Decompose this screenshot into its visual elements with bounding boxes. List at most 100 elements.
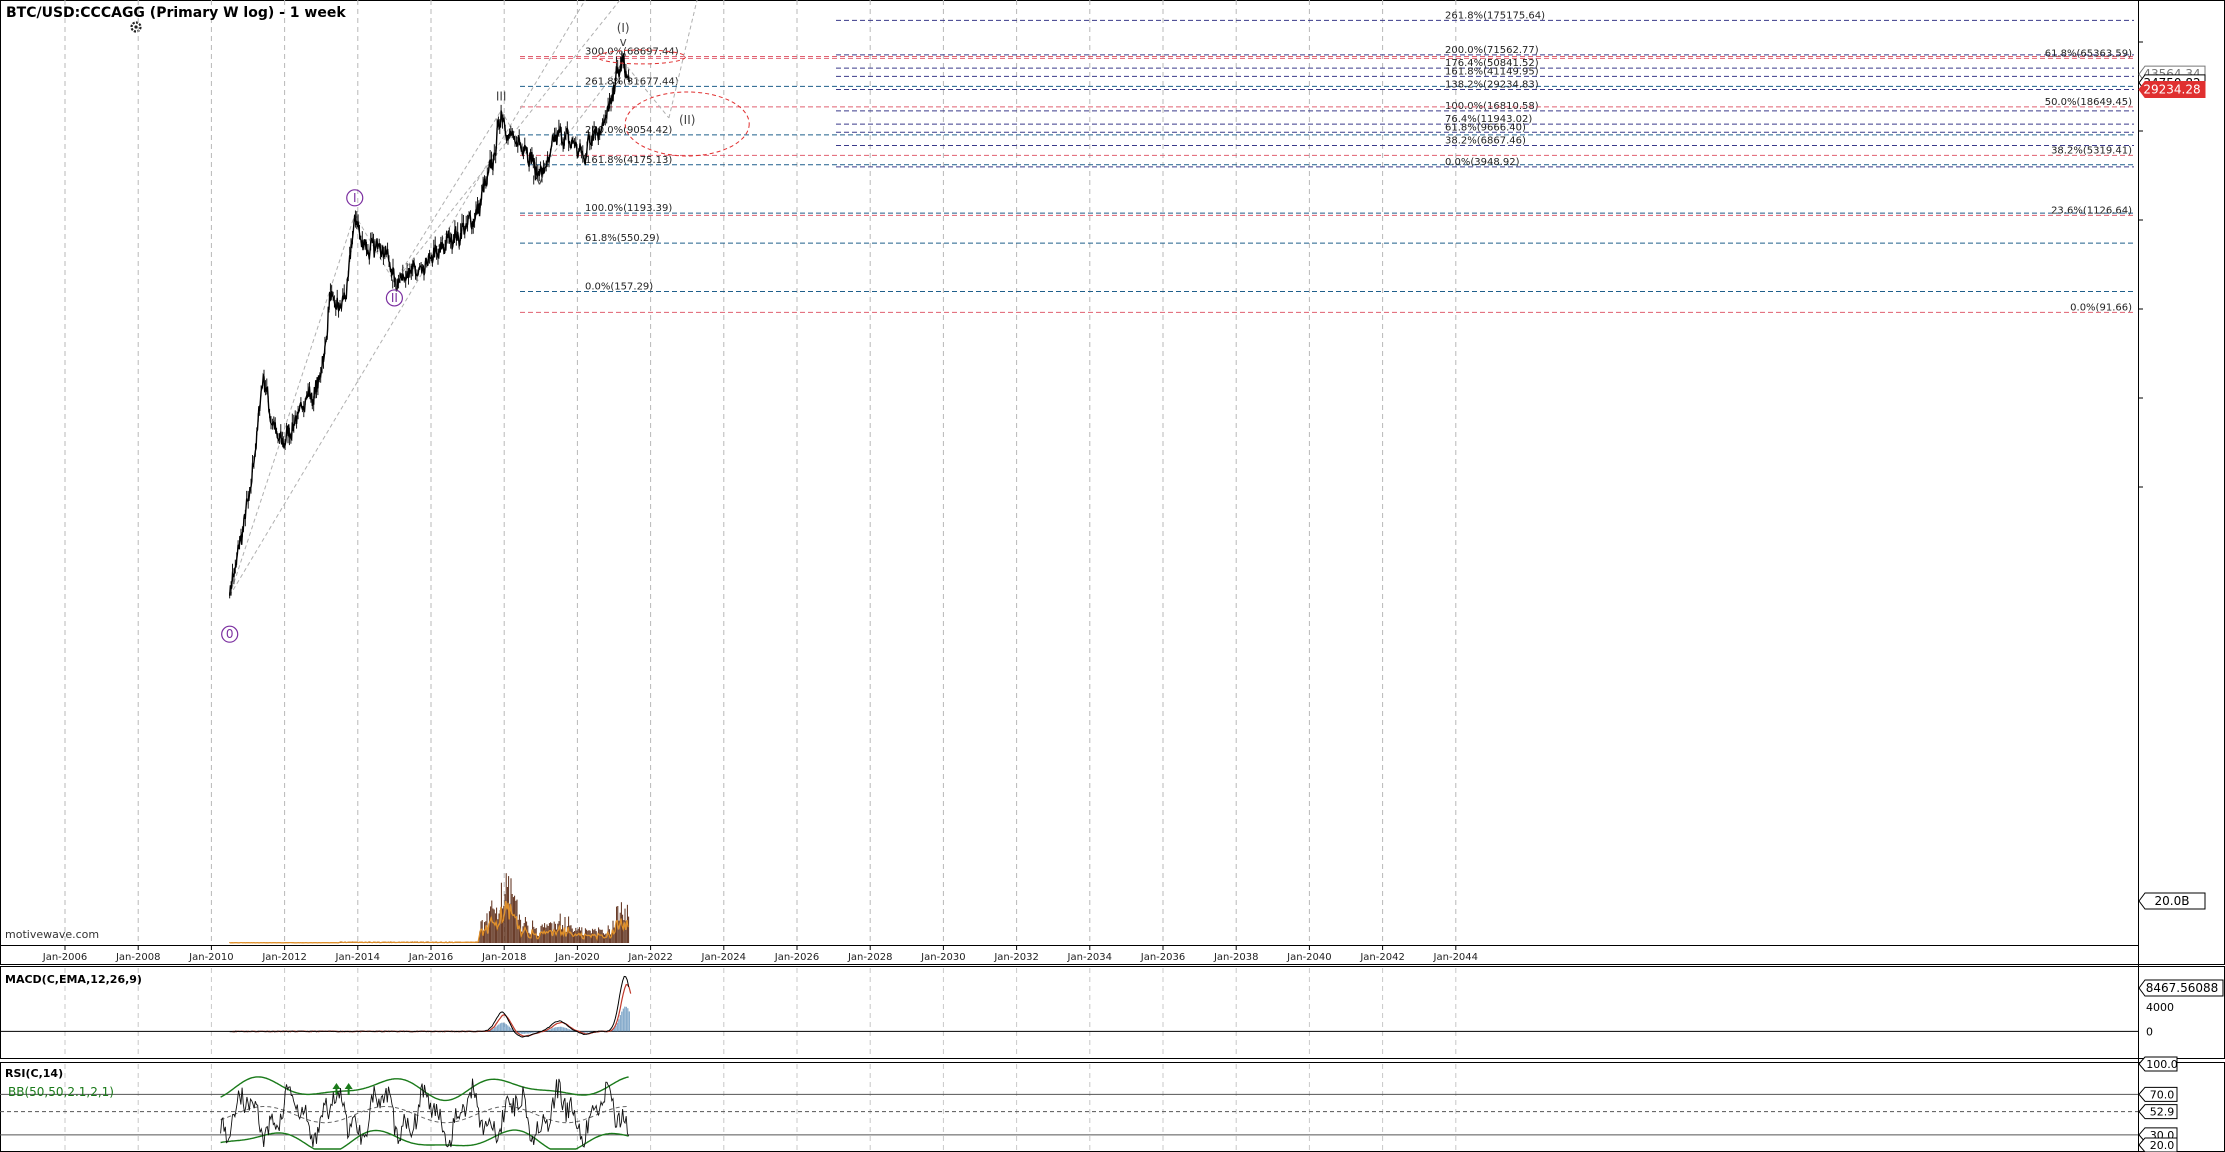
macd-hist-bar [628, 1011, 630, 1032]
macd-hist-bar [555, 1027, 557, 1032]
macd-panel-frame [0, 966, 2225, 1059]
rsi-y-tick-1: 70.0 [2150, 1088, 2175, 1101]
volume-bar [574, 931, 576, 943]
macd-hist-bar [508, 1026, 510, 1032]
x-tick-label-18: Jan-2042 [1359, 952, 1404, 963]
time-axis-ticks: Jan-2006 Jan-2008 Jan-2010 Jan-2012 Jan-2014… [42, 945, 1478, 963]
macd-hist-bar [558, 1026, 560, 1032]
x-tick-label-11: Jan-2028 [847, 952, 892, 963]
macd-hist-bar [583, 1031, 585, 1033]
fib-label-19: 0.0%(3948.92) [1445, 157, 1520, 168]
volume-bar [586, 929, 588, 943]
rsi-arrow-1 [344, 1083, 353, 1095]
macd-hist-bar [504, 1023, 506, 1032]
rsi-indicator: 100.070.052.930.020.0 [0, 1056, 2178, 1152]
volume-bar [558, 921, 560, 943]
volume-bar [546, 924, 548, 943]
volume-bar [550, 922, 552, 943]
macd-hist-bar [562, 1027, 564, 1032]
volume-bar [485, 921, 487, 943]
volume-bar [605, 933, 607, 943]
x-tick-label-17: Jan-2040 [1286, 952, 1331, 963]
x-tick-label-4: Jan-2014 [335, 952, 380, 963]
wave-label-4: III [496, 90, 507, 104]
price-tag-3: 20.0B [2155, 894, 2190, 908]
channel-line-7 [622, 61, 670, 119]
macd-hist-bar [520, 1031, 522, 1034]
fib-label-20: 100.0%(1193.39) [585, 203, 672, 214]
volume-bar [619, 912, 621, 943]
rsi-line [220, 1078, 630, 1148]
macd-hist-bar [502, 1022, 504, 1032]
macd-hist-bar [589, 1031, 591, 1033]
volume-bar [572, 931, 574, 943]
volume-bar [494, 913, 496, 943]
macd-hist-bar [588, 1031, 590, 1033]
macd-hist-bar [564, 1027, 566, 1032]
wave-label-8: (II) [679, 113, 695, 127]
macd-hist-bar [568, 1029, 570, 1032]
macd-hist-bar [535, 1031, 537, 1033]
macd-hist-bar [493, 1027, 495, 1032]
macd-hist-bar [571, 1030, 573, 1032]
volume-bar [514, 895, 516, 943]
x-tick-label-12: Jan-2030 [920, 952, 965, 963]
fib-levels: 361.8%(745723.94)300.0%(304643.25)76.4%(… [520, 10, 2134, 313]
x-tick-label-7: Jan-2020 [554, 952, 599, 963]
wave-label-5: IV [532, 174, 545, 188]
volume-bar [604, 934, 606, 943]
rsi-y-tick-4: 20.0 [2150, 1139, 2175, 1152]
macd-hist-bar [561, 1026, 563, 1032]
volume-bar [529, 934, 531, 943]
wave-label-0: 0 [226, 627, 234, 641]
wave-label-1: I [353, 191, 357, 205]
volume-bar [523, 923, 525, 943]
volume-bar [600, 929, 602, 943]
channel-line-1 [229, 214, 356, 596]
macd-hist-bar [532, 1031, 534, 1033]
x-tick-label-0: Jan-2006 [42, 952, 87, 963]
macd-hist-bar [523, 1031, 525, 1034]
volume-bar [498, 913, 500, 943]
volume-bar [502, 908, 504, 943]
volume-bar [588, 930, 590, 943]
x-tick-label-10: Jan-2026 [774, 952, 819, 963]
channel-line-0 [229, 0, 586, 597]
fib-label-22: 61.8%(550.29) [585, 233, 660, 244]
macd-hist-bar [624, 1006, 626, 1032]
volume-bar [547, 926, 549, 943]
macd-hist-bar [496, 1025, 498, 1032]
volume-bar [557, 923, 559, 943]
channel-line-8 [668, 0, 698, 119]
volume-bar [506, 887, 508, 943]
macd-hist-bar [556, 1027, 558, 1032]
volume-bar [628, 916, 630, 943]
rsi-title: RSI(C,14) [5, 1067, 63, 1080]
volume-bar [517, 919, 519, 943]
x-tick-label-2: Jan-2010 [188, 952, 233, 963]
wave-label-6: (I) [617, 21, 630, 35]
rsi-panel-frame [0, 1062, 2225, 1152]
macd-hist-bar [550, 1028, 552, 1032]
macd-hist-bar [528, 1031, 530, 1034]
volume-bar [577, 928, 579, 943]
volume-bar [592, 928, 594, 943]
volume-bar [580, 930, 582, 943]
x-tick-label-1: Jan-2008 [115, 952, 160, 963]
x-tick-label-5: Jan-2016 [408, 952, 453, 963]
fib-label-17: 38.2%(5319.41) [2051, 145, 2132, 156]
wave-channel-lines [229, 0, 698, 597]
macd-hist-bar [529, 1031, 531, 1034]
x-tick-label-19: Jan-2044 [1433, 952, 1478, 963]
settings-gear-icon[interactable] [130, 21, 142, 33]
macd-hist-bar [567, 1028, 569, 1032]
macd-hist-bar [522, 1031, 524, 1034]
x-tick-label-9: Jan-2024 [701, 952, 746, 963]
macd-hist-bar [507, 1025, 509, 1032]
fib-label-12: 50.0%(18649.45) [2045, 97, 2132, 108]
volume-bar [534, 928, 536, 943]
macd-hist-bar [619, 1015, 621, 1032]
fib-label-4: 300.0%(68697.44) [585, 47, 679, 58]
chart-canvas: 361.8%(745723.94)300.0%(304643.25)76.4%(… [0, 0, 2225, 1152]
macd-hist-bar [585, 1031, 587, 1033]
